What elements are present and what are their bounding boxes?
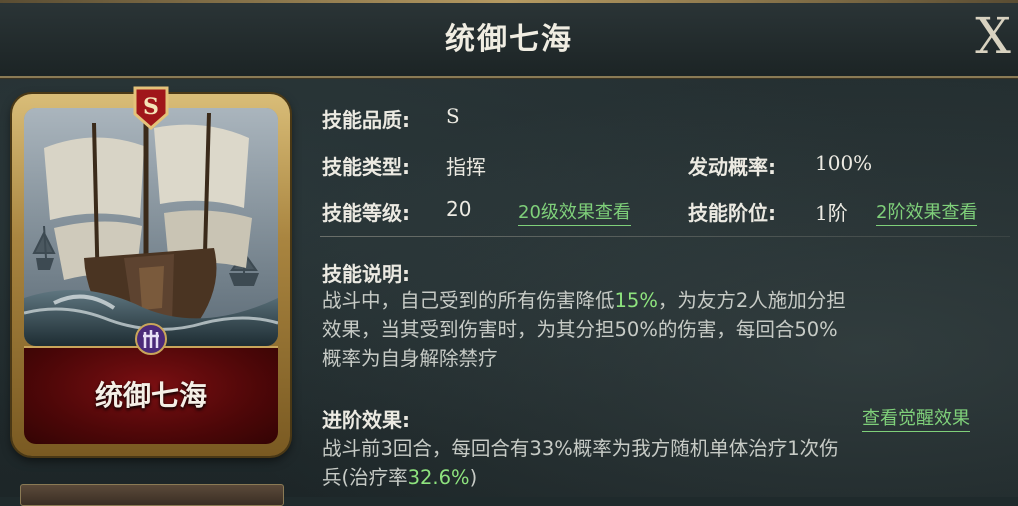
card-footer-bar <box>20 484 284 506</box>
page-title: 统御七海 <box>445 22 573 57</box>
ship-illustration <box>24 108 278 346</box>
section-divider <box>320 236 1010 237</box>
rank-value: 1阶 <box>815 201 848 225</box>
awaken-effect-link[interactable]: 查看觉醒效果 <box>862 404 970 432</box>
svg-text:S: S <box>143 94 159 120</box>
quality-label: 技能品质: <box>322 108 410 132</box>
trigger-rate-value: 100% <box>815 151 873 175</box>
level-effect-link[interactable]: 20级效果查看 <box>518 198 631 226</box>
type-value: 指挥 <box>446 155 486 179</box>
description-line-2: 效果，当其受到伤害时，为其分担50%的伤害，每回合50% <box>322 318 838 341</box>
skill-card: S 统御七海 <box>12 86 290 456</box>
level-label: 技能等级: <box>322 201 410 225</box>
rank-effect-link[interactable]: 2阶效果查看 <box>876 198 978 226</box>
description-line-1: 战斗中，自己受到的所有伤害降低15%，为友方2人施加分担 <box>322 289 846 312</box>
title-bar: 统御七海 X <box>0 0 1018 78</box>
description-text: 战斗中，自己受到的所有伤害降低15%，为友方2人施加分担 效果，当其受到伤害时，… <box>322 286 994 373</box>
description-label: 技能说明: <box>322 262 410 286</box>
advanced-line-2: 兵(治疗率32.6%) <box>322 466 478 489</box>
advanced-effect-label: 进阶效果: <box>322 408 410 432</box>
card-name-plate: 统御七海 <box>24 346 278 444</box>
trigger-rate-label: 发动概率: <box>688 155 776 179</box>
level-value: 20 <box>446 197 472 221</box>
type-label: 技能类型: <box>322 155 410 179</box>
rank-label: 技能阶位: <box>688 201 776 225</box>
description-line-3: 概率为自身解除禁疗 <box>322 347 498 370</box>
heal-rate-value: 32.6% <box>407 466 470 489</box>
close-button[interactable]: X <box>970 8 1016 64</box>
advanced-effect-text: 战斗前3回合，每回合有33%概率为我方随机单体治疗1次伤 兵(治疗率32.6%) <box>322 434 994 492</box>
card-name: 统御七海 <box>94 379 207 412</box>
damage-reduction-value: 15% <box>614 289 658 312</box>
command-class-icon <box>135 323 167 355</box>
ship-artwork <box>24 108 278 346</box>
advanced-line-1: 战斗前3回合，每回合有33%概率为我方随机单体治疗1次伤 <box>322 437 839 460</box>
quality-value: S <box>446 104 460 128</box>
grade-s-badge-icon: S <box>133 86 169 130</box>
